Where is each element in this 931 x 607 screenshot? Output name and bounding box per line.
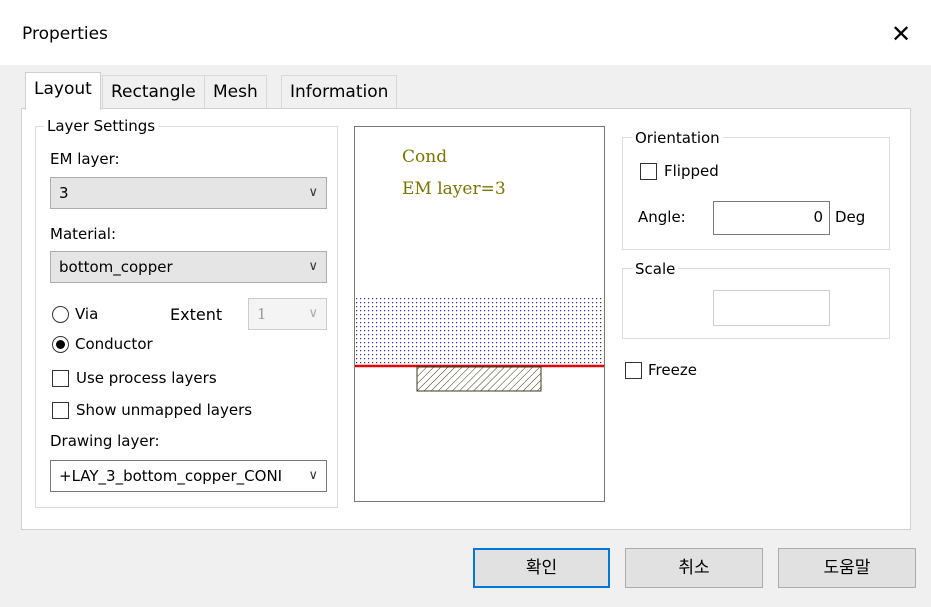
use-process-layers-label: Use process layers [76, 369, 217, 387]
em-layer-select[interactable]: 3 ∨ [50, 177, 327, 209]
preview-em-layer-text: EM layer=3 [402, 179, 506, 199]
layer-preview: Cond EM layer=3 [354, 126, 605, 502]
freeze-label: Freeze [648, 361, 697, 379]
chevron-down-icon: ∨ [308, 259, 318, 274]
drawing-layer-label: Drawing layer: [50, 432, 160, 450]
freeze-checkbox[interactable] [625, 362, 642, 379]
tab-mesh[interactable]: Mesh [204, 75, 267, 109]
flipped-checkbox[interactable] [640, 163, 657, 180]
em-layer-value: 3 [59, 184, 69, 202]
substrate-layer [355, 297, 604, 365]
show-unmapped-layers-checkbox[interactable] [52, 402, 69, 419]
help-button[interactable]: 도움말 [778, 548, 916, 588]
stackup-diagram [355, 297, 604, 392]
material-select[interactable]: bottom_copper ∨ [50, 251, 327, 283]
tab-layout[interactable]: Layout [25, 72, 101, 110]
chevron-down-icon: ∨ [304, 461, 318, 491]
layer-settings-label: Layer Settings [44, 117, 159, 135]
tab-rectangle[interactable]: Rectangle [102, 75, 205, 109]
chevron-down-icon: ∨ [308, 306, 318, 321]
drawing-layer-value: +LAY_3_bottom_copper_CONI [59, 467, 283, 485]
conductor-shape [416, 366, 542, 392]
material-label: Material: [50, 225, 116, 243]
extent-select: 1 ∨ [248, 298, 327, 330]
material-value: bottom_copper [59, 258, 173, 276]
angle-unit: Deg [835, 208, 866, 226]
angle-input[interactable]: 0 [713, 201, 830, 235]
title-bar [0, 0, 931, 65]
flipped-label: Flipped [664, 162, 719, 180]
via-label: Via [75, 305, 99, 323]
cancel-button[interactable]: 취소 [625, 548, 763, 588]
scale-input [713, 290, 830, 326]
tab-information[interactable]: Information [281, 75, 398, 109]
preview-cond-text: Cond [402, 147, 448, 167]
via-radio[interactable] [52, 306, 69, 323]
extent-label: Extent [170, 305, 223, 324]
show-unmapped-layers-label: Show unmapped layers [76, 401, 253, 419]
conductor-label: Conductor [75, 335, 153, 353]
angle-label: Angle: [638, 208, 686, 226]
scale-label: Scale [632, 260, 679, 278]
ok-button[interactable]: 확인 [473, 548, 610, 588]
em-layer-label: EM layer: [50, 150, 120, 168]
chevron-down-icon: ∨ [308, 185, 318, 200]
extent-value: 1 [257, 305, 267, 323]
use-process-layers-checkbox[interactable] [52, 370, 69, 387]
dialog-title: Properties [22, 24, 108, 44]
close-icon[interactable]: ✕ [887, 20, 915, 48]
drawing-layer-select[interactable]: +LAY_3_bottom_copper_CONI ∨ [50, 460, 327, 492]
conductor-radio[interactable] [52, 336, 69, 353]
orientation-label: Orientation [632, 129, 723, 147]
